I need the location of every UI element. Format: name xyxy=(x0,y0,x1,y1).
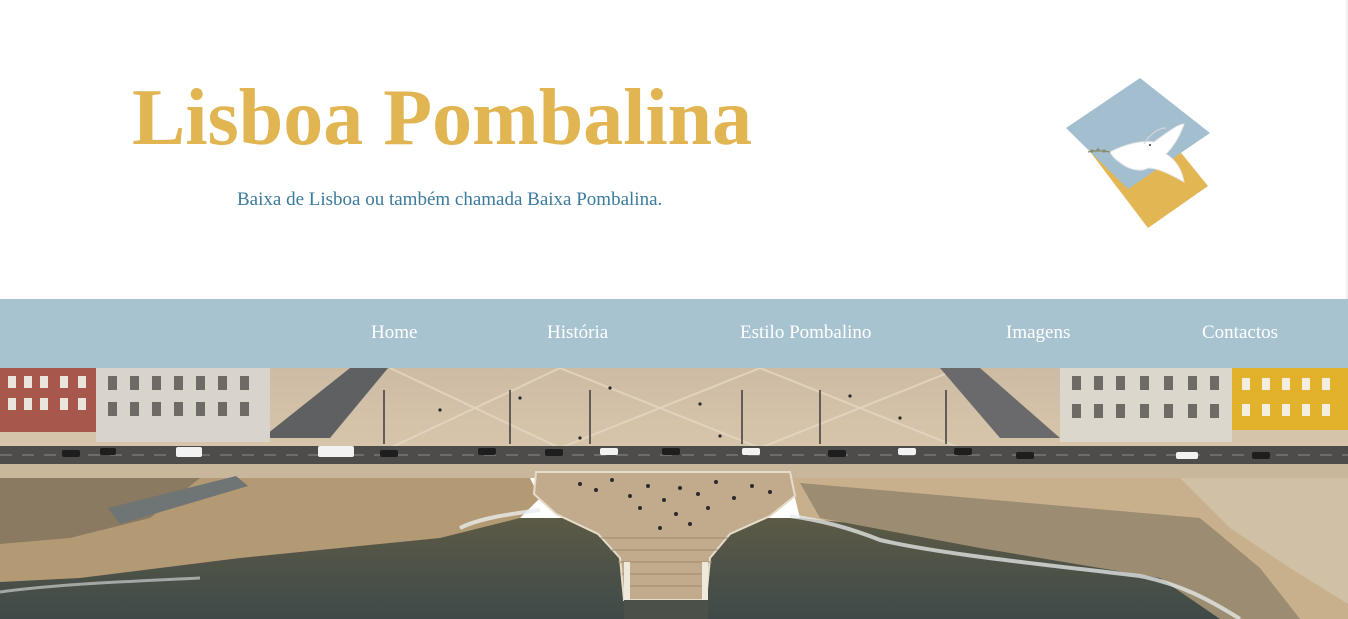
site-subtitle: Baixa de Lisboa ou também chamada Baixa … xyxy=(237,189,663,210)
nav-item-home[interactable]: Home xyxy=(371,321,417,345)
page: Lisboa Pombalina Baixa de Lisboa ou tamb… xyxy=(0,0,1348,619)
nav-item-estilo-pombalino[interactable]: Estilo Pombalino xyxy=(740,321,871,345)
nav-item-contactos[interactable]: Contactos xyxy=(1202,321,1278,345)
praca-do-comercio-aerial-photo xyxy=(0,368,1348,619)
site-title: Lisboa Pombalina xyxy=(132,74,753,162)
dove-diamond-logo-icon xyxy=(1058,74,1216,232)
nav-item-historia[interactable]: História xyxy=(547,321,608,345)
site-header: Lisboa Pombalina Baixa de Lisboa ou tamb… xyxy=(0,0,1348,299)
main-navigation: Home História Estilo Pombalino Imagens C… xyxy=(0,299,1348,368)
nav-item-imagens[interactable]: Imagens xyxy=(1006,321,1070,345)
